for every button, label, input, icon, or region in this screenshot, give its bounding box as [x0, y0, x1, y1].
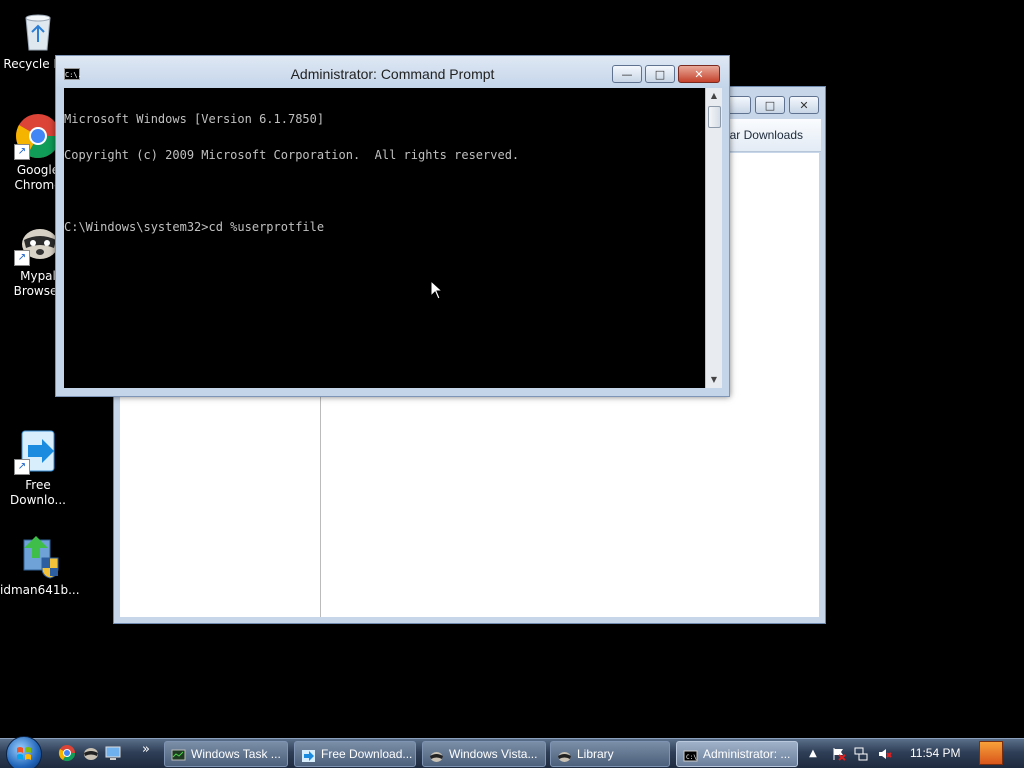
system-clock[interactable]: 11:54 PM [910, 746, 960, 760]
console-input-line[interactable]: C:\Windows\system32>cd %userprotfile [64, 221, 705, 233]
desktop-icon-idm-installer[interactable]: idman641b... [0, 532, 80, 598]
console-line: Microsoft Windows [Version 6.1.7850] [64, 112, 325, 126]
taskbar-button-library[interactable]: Library [550, 741, 670, 767]
close-button[interactable]: ✕ [678, 65, 720, 83]
mouse-pointer-icon [430, 279, 444, 300]
minimize-button[interactable]: — [612, 65, 642, 83]
quicklaunch-mypal-icon[interactable] [82, 744, 100, 762]
desktop-icon-label: Free Downlo... [10, 478, 66, 507]
tray-expand-chevron[interactable]: ▲ [806, 747, 820, 761]
svg-text:C:\: C:\ [686, 754, 697, 761]
task-manager-icon [171, 747, 186, 761]
command-prompt-window[interactable]: C:\. Administrator: Command Prompt — □ ✕… [55, 55, 730, 397]
shortcut-arrow-icon: ↗ [14, 459, 30, 475]
shortcut-arrow-icon: ↗ [14, 144, 30, 160]
flag-icon[interactable] [832, 747, 846, 761]
console-output[interactable]: Microsoft Windows [Version 6.1.7850] Cop… [64, 88, 705, 388]
windows-logo-icon [17, 747, 31, 760]
taskbar-button-label: Windows Vista... [449, 747, 538, 761]
taskbar-button-label: Library [577, 747, 614, 761]
taskbar-button-windows-vista[interactable]: Windows Vista... [422, 741, 546, 767]
free-download-manager-icon: ↗ [14, 427, 62, 475]
cmd-icon: C:\ [683, 747, 698, 762]
quicklaunch-chrome-icon[interactable] [58, 744, 76, 762]
desktop-icon-label: idman641b... [0, 583, 80, 597]
show-desktop-button[interactable] [979, 741, 1003, 765]
volume-muted-icon[interactable] [878, 747, 892, 761]
taskbar-button-command-prompt[interactable]: C:\ Administrator: ... [676, 741, 798, 767]
vertical-scrollbar[interactable]: ▲ ▼ [705, 88, 722, 388]
cmd-window-controls: — □ ✕ [612, 65, 720, 83]
free-download-manager-icon [301, 747, 316, 762]
recycle-bin-icon [14, 6, 62, 54]
bg-window-controls: □ ✕ [721, 96, 819, 114]
taskbar-button-free-download-manager[interactable]: Free Download... [294, 741, 416, 767]
taskbar: » Windows Task ... Free Download... Wind… [0, 736, 1024, 768]
idm-installer-icon [14, 532, 62, 580]
scroll-down-arrow-icon[interactable]: ▼ [706, 372, 722, 388]
start-button[interactable] [6, 736, 42, 768]
desktop: Recycle Bin ↗ Google Chrome ↗ Mypal Brow… [0, 0, 1024, 768]
cmd-titlebar[interactable]: C:\. Administrator: Command Prompt — □ ✕ [56, 56, 729, 88]
mypal-raccoon-icon [429, 747, 444, 762]
taskbar-button-task-manager[interactable]: Windows Task ... [164, 741, 288, 767]
notification-area: ▲ 11:54 PM [802, 739, 1024, 768]
desktop-icon-free-download-manager[interactable]: ↗ Free Downlo... [0, 427, 76, 508]
mypal-raccoon-icon [557, 747, 572, 762]
scrollbar-thumb[interactable] [708, 106, 721, 128]
network-icon[interactable] [854, 747, 868, 761]
taskbar-button-label: Windows Task ... [191, 747, 281, 761]
scroll-up-arrow-icon[interactable]: ▲ [706, 88, 722, 104]
quicklaunch-overflow-chevron[interactable]: » [142, 742, 150, 757]
shortcut-arrow-icon: ↗ [14, 250, 30, 266]
maximize-button[interactable]: □ [645, 65, 675, 83]
bg-close-button[interactable]: ✕ [789, 96, 819, 114]
console-line: Copyright (c) 2009 Microsoft Corporation… [64, 148, 520, 162]
show-desktop-icon[interactable] [104, 744, 122, 762]
bg-maximize-button[interactable]: □ [755, 96, 785, 114]
taskbar-button-label: Free Download... [321, 747, 413, 761]
taskbar-button-label: Administrator: ... [703, 747, 791, 761]
